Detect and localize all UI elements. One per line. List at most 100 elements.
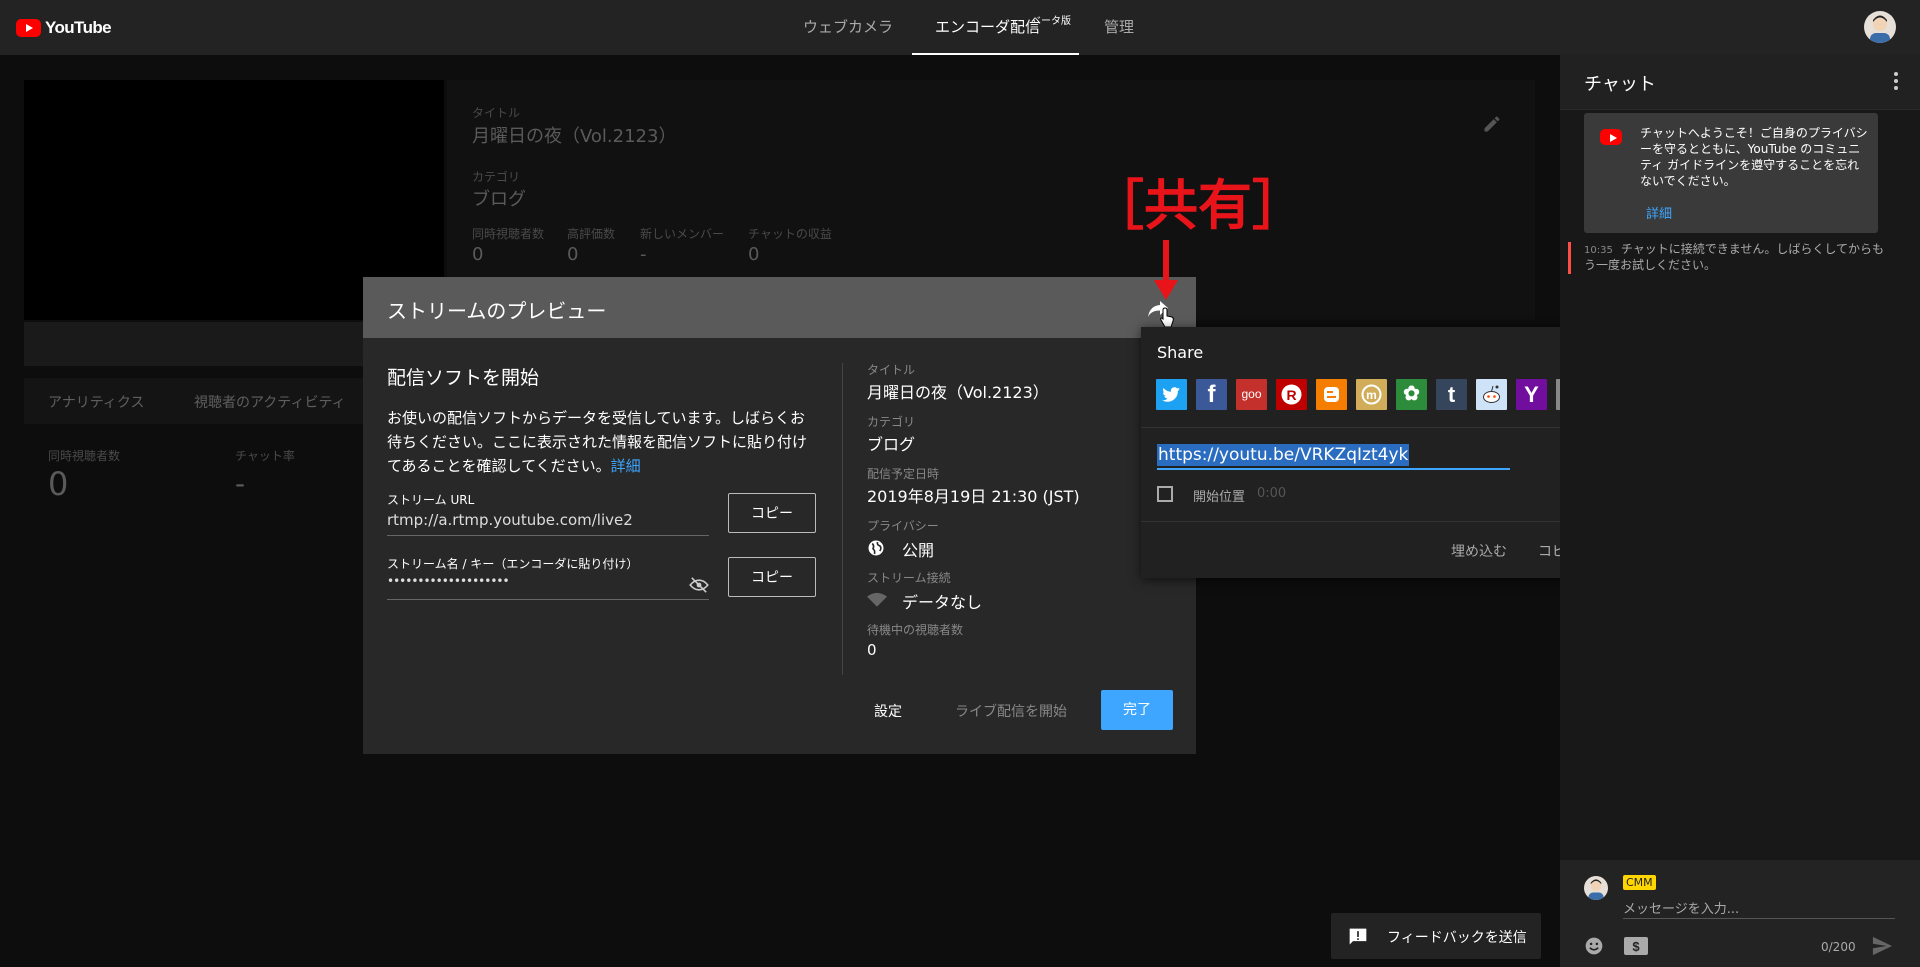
super-chat-icon[interactable]: $ — [1624, 937, 1648, 955]
welcome-text: チャットへようこそ！ご自身のプライバシーを守るとともに、YouTube のコミュ… — [1640, 126, 1868, 188]
svg-text:R: R — [1286, 387, 1296, 403]
copy-url-button[interactable]: コピー — [728, 493, 816, 533]
description-text: お使いの配信ソフトからデータを受信しています。しばらくお待ちください。ここに表示… — [387, 409, 808, 475]
info-privacy-label: プライバシー — [867, 519, 939, 533]
stream-url-label: ストリーム URL — [387, 493, 475, 507]
stream-url-field[interactable]: rtmp://a.rtmp.youtube.com/live2 — [387, 511, 633, 529]
analytics-label: チャット率 — [235, 449, 295, 463]
settings-button[interactable]: 設定 — [874, 701, 902, 721]
youtube-icon — [1600, 129, 1622, 145]
yahoo-icon[interactable]: Y — [1516, 379, 1547, 410]
info-connection-label: ストリーム接続 — [867, 571, 951, 585]
dialog-title: ストリームのプレビュー — [387, 299, 607, 323]
bg-category-label: カテゴリ — [472, 170, 521, 184]
reddit-icon[interactable] — [1476, 379, 1507, 410]
svg-text:m: m — [1366, 388, 1377, 402]
twitter-icon[interactable] — [1156, 379, 1187, 410]
bg-title: 月曜日の夜（Vol.2123） — [472, 126, 677, 147]
description: お使いの配信ソフトからデータを受信しています。しばらくお待ちください。ここに表示… — [387, 406, 807, 478]
analytics-value: 0 — [48, 465, 69, 503]
edit-icon[interactable] — [1482, 114, 1502, 134]
info-schedule-label: 配信予定日時 — [867, 467, 940, 481]
mouse-cursor-icon — [1160, 307, 1174, 328]
bg-stat-label: 高評価数 — [567, 227, 616, 241]
account-avatar[interactable] — [1864, 11, 1896, 43]
start-at-checkbox[interactable] — [1157, 486, 1173, 502]
globe-icon — [868, 540, 884, 556]
analytics-value: - — [235, 467, 246, 500]
section-title: 配信ソフトを開始 — [387, 367, 540, 389]
tab-manage[interactable]: 管理 — [1104, 0, 1134, 55]
share-title: Share — [1157, 343, 1204, 362]
beta-badge: ベータ版 — [1031, 16, 1071, 27]
feedback-icon — [1349, 928, 1367, 945]
bg-stat-label: 新しいメンバー — [640, 227, 725, 241]
error-message: 10:35 チャットに接続できません。しばらくしてからもう一度お試しください。 — [1584, 242, 1884, 273]
goo-icon[interactable]: goo — [1236, 379, 1267, 410]
info-category: ブログ — [867, 435, 916, 454]
chat-header: チャット — [1560, 55, 1920, 110]
field-underline — [387, 599, 709, 600]
info-category-label: カテゴリ — [867, 415, 916, 429]
welcome-link[interactable]: 詳細 — [1646, 203, 1672, 222]
red-arrow-icon — [1154, 240, 1178, 300]
youtube-logo[interactable]: YouTube — [16, 17, 112, 39]
facebook-icon[interactable]: f — [1196, 379, 1227, 410]
divider — [1141, 427, 1604, 428]
share-url[interactable]: https://youtu.be/VRKZqIzt4yk — [1157, 444, 1410, 466]
bg-stat-value: 0 — [567, 244, 579, 265]
tab-analytics[interactable]: アナリティクス — [48, 392, 144, 412]
blogger-icon[interactable] — [1316, 379, 1347, 410]
done-button[interactable]: 完了 — [1101, 690, 1173, 730]
chat-input-area: CMM メッセージを入力... $ 0/200 — [1560, 860, 1920, 967]
svg-text:$: $ — [1632, 939, 1640, 954]
info-waiting: 0 — [867, 641, 877, 659]
stream-preview-dialog: ストリームのプレビュー 配信ソフトを開始 お使いの配信ソフトからデータを受信して… — [363, 277, 1196, 754]
chat-panel: チャット チャットへようこそ！ご自身のプライバシーを守るとともに、YouTube… — [1560, 55, 1920, 967]
go-live-button[interactable]: ライブ配信を開始 — [955, 701, 1067, 721]
stream-key-field[interactable]: •••••••••••••••••••• — [387, 574, 510, 588]
error-text: チャットに接続できません。しばらくしてからもう一度お試しください。 — [1584, 242, 1884, 272]
feedback-label: フィードバックを送信 — [1387, 930, 1527, 946]
bg-stat-label: 同時視聴者数 — [472, 227, 545, 241]
info-title: 月曜日の夜（Vol.2123） — [867, 383, 1049, 402]
tab-viewer-activity[interactable]: 視聴者のアクティビティ — [194, 392, 346, 412]
tab-webcam[interactable]: ウェブカメラ — [803, 0, 893, 55]
copy-key-button[interactable]: コピー — [728, 557, 816, 597]
info-title-label: タイトル — [867, 363, 916, 377]
more-icon[interactable] — [1893, 70, 1899, 92]
user-avatar — [1584, 876, 1608, 900]
info-waiting-label: 待機中の視聴者数 — [867, 623, 964, 637]
youtube-play-icon — [16, 19, 41, 37]
welcome-card: チャットへようこそ！ご自身のプライバシーを守るとともに、YouTube のコミュ… — [1584, 113, 1878, 233]
divider — [1141, 521, 1604, 522]
send-icon[interactable] — [1871, 936, 1893, 956]
visibility-off-icon[interactable] — [689, 577, 709, 593]
info-schedule: 2019年8月19日 21:30 (JST) — [867, 487, 1080, 506]
ameba-icon[interactable]: ✿ — [1396, 379, 1427, 410]
message-input[interactable]: メッセージを入力... — [1623, 898, 1739, 917]
info-privacy: 公開 — [902, 541, 935, 560]
bg-title-label: タイトル — [472, 106, 521, 120]
details-link[interactable]: 詳細 — [611, 457, 641, 475]
emoji-icon[interactable] — [1584, 936, 1604, 956]
url-underline — [1157, 468, 1510, 470]
bg-stat-label: チャットの収益 — [748, 227, 832, 241]
tab-encoder[interactable]: エンコーダ配信 — [912, 0, 1079, 55]
info-connection: データなし — [902, 593, 983, 612]
bg-category: ブログ — [472, 189, 526, 210]
stream-key-label: ストリーム名 / キー（エンコーダに貼り付け） — [387, 557, 639, 571]
error-time: 10:35 — [1584, 245, 1613, 256]
embed-button[interactable]: 埋め込む — [1451, 541, 1507, 561]
rakuten-icon[interactable]: R — [1276, 379, 1307, 410]
tumblr-icon[interactable]: t — [1436, 379, 1467, 410]
chat-title: チャット — [1584, 74, 1656, 95]
mixi-icon[interactable]: m — [1356, 379, 1387, 410]
dialog-header: ストリームのプレビュー — [363, 277, 1196, 338]
error-marker — [1568, 242, 1571, 274]
bg-stat-value: 0 — [472, 244, 484, 265]
feedback-button[interactable]: フィードバックを送信 — [1331, 913, 1541, 959]
share-services: f goo R m ✿ t Y ✉ — [1156, 379, 1587, 410]
bg-bar — [24, 322, 364, 366]
user-badge: CMM — [1623, 875, 1656, 890]
